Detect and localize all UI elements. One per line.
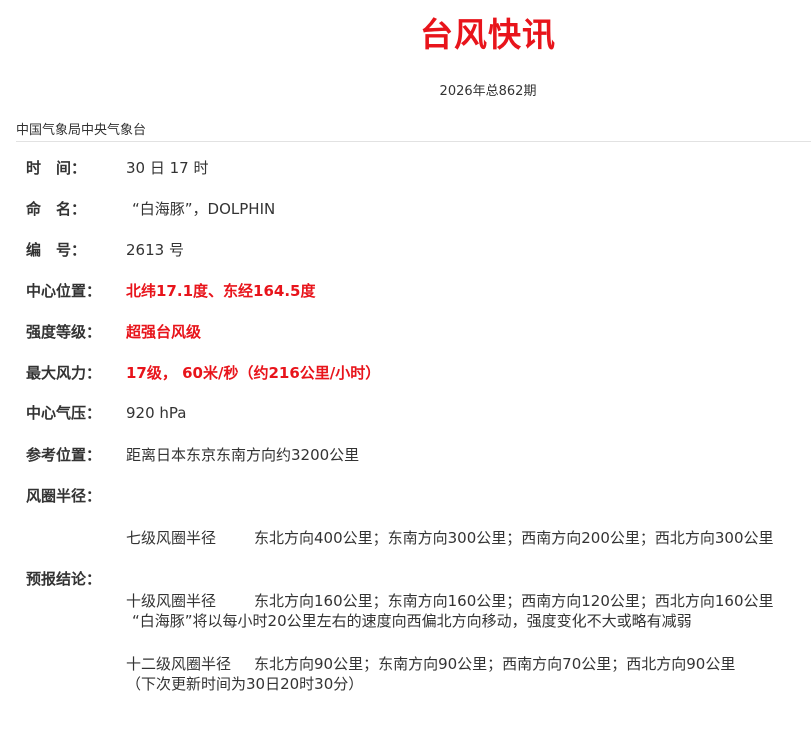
intensity-label: 强度等级： <box>26 323 102 341</box>
forecast-next-update: （下次更新时间为30日20时30分） <box>126 675 364 693</box>
wind-radius-detail: 东北方向400公里；东南方向300公里；西南方向200公里；西北方向300公里 <box>254 529 774 547</box>
intensity-value: 超强台风级 <box>126 323 202 341</box>
agency-name: 中国气象局中央气象台 <box>16 123 147 138</box>
center-position-label: 中心位置： <box>26 282 102 300</box>
pressure-label: 中心气压： <box>26 404 102 422</box>
forecast-value: “白海豚”将以每小时20公里左右的速度向西偏北方向移动，强度变化不大或略有减弱 … <box>126 569 811 737</box>
wind-radius-line-7: 七级风圈半径 东北方向400公里；东南方向300公里；西南方向200公里；西北方向… <box>126 528 811 549</box>
number-value: 2613 号 <box>126 241 184 259</box>
time-value: 30 日 17 时 <box>126 159 209 177</box>
max-wind-label: 最大风力： <box>26 364 102 382</box>
header-divider <box>16 141 811 142</box>
reference-position-label: 参考位置： <box>26 446 102 464</box>
page-title: 台风快讯 <box>420 15 556 54</box>
number-label: 编 号： <box>26 241 87 259</box>
reference-position-value: 距离日本东京东南方向约3200公里 <box>126 446 360 464</box>
name-value: “白海豚”，DOLPHIN <box>132 200 276 218</box>
wind-radius-label: 风圈半径： <box>26 487 102 505</box>
issue-number: 2026年总862期 <box>439 84 537 99</box>
forecast-label: 预报结论： <box>26 570 102 588</box>
pressure-value: 920 hPa <box>126 404 187 422</box>
forecast-text: “白海豚”将以每小时20公里左右的速度向西偏北方向移动，强度变化不大或略有减弱 <box>132 612 692 630</box>
time-label: 时 间： <box>26 159 87 177</box>
center-position-value: 北纬17.1度、东经164.5度 <box>126 282 316 300</box>
name-label: 命 名： <box>26 200 87 218</box>
max-wind-value: 17级， 60米/秒（约216公里/小时） <box>126 364 381 382</box>
wind-radius-level: 七级风圈半径 <box>126 529 217 547</box>
